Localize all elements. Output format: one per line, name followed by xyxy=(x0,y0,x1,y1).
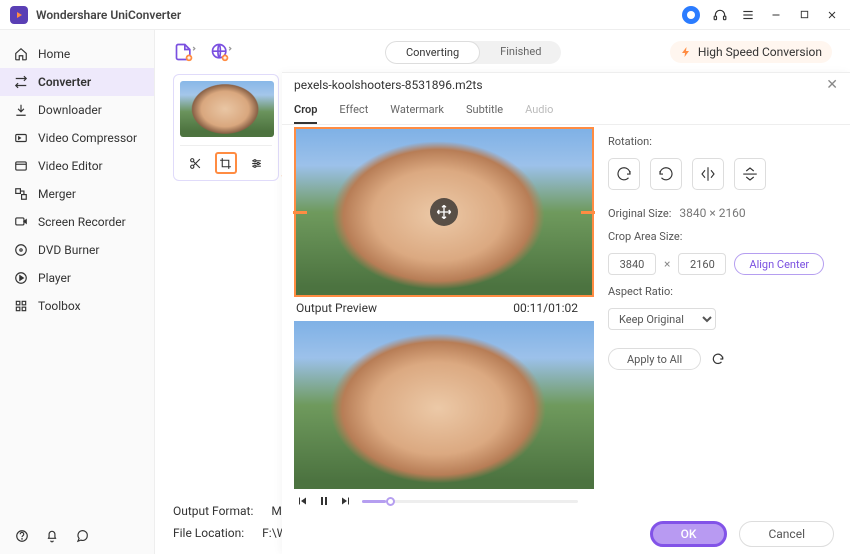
sidebar-item-label: Toolbox xyxy=(38,299,81,313)
account-avatar[interactable] xyxy=(682,6,700,24)
apply-to-all-button[interactable]: Apply to All xyxy=(608,348,701,370)
tab-audio: Audio xyxy=(525,97,553,124)
status-segment: Converting Finished xyxy=(385,41,561,64)
sidebar-item-label: Converter xyxy=(38,75,91,89)
crop-height-input[interactable] xyxy=(678,253,726,275)
menu-icon[interactable] xyxy=(740,7,756,23)
crop-area-label: Crop Area Size: xyxy=(608,230,834,243)
player-icon xyxy=(14,271,28,285)
video-thumbnail xyxy=(180,81,274,137)
move-handle-icon[interactable] xyxy=(430,198,458,226)
settings-button[interactable] xyxy=(246,152,268,174)
crop-button[interactable] xyxy=(215,152,237,174)
aspect-ratio-select[interactable]: Keep Original xyxy=(608,308,716,330)
tab-crop[interactable]: Crop xyxy=(294,97,317,124)
sidebar-item-home[interactable]: Home xyxy=(0,40,154,68)
segment-converting[interactable]: Converting xyxy=(385,41,480,64)
tab-effect[interactable]: Effect xyxy=(339,97,368,124)
converter-icon xyxy=(14,75,28,89)
app-title: Wondershare UniConverter xyxy=(36,8,181,22)
minimize-icon[interactable] xyxy=(768,7,784,23)
crop-width-input[interactable] xyxy=(608,253,656,275)
times-label: × xyxy=(664,257,670,271)
high-speed-toggle[interactable]: High Speed Conversion xyxy=(670,41,832,63)
sidebar-item-toolbox[interactable]: Toolbox xyxy=(0,292,154,320)
merger-icon xyxy=(14,187,28,201)
sidebar-item-merger[interactable]: Merger xyxy=(0,180,154,208)
cancel-button[interactable]: Cancel xyxy=(739,521,834,547)
prev-frame-button[interactable] xyxy=(296,495,308,507)
ok-button[interactable]: OK xyxy=(650,521,728,547)
help-icon[interactable] xyxy=(14,528,30,544)
flip-vertical-button[interactable] xyxy=(734,158,766,190)
reset-icon[interactable] xyxy=(711,352,725,366)
maximize-icon[interactable] xyxy=(796,7,812,23)
sidebar-item-editor[interactable]: Video Editor xyxy=(0,152,154,180)
crop-filename: pexels-koolshooters-8531896.m2ts xyxy=(294,78,483,92)
editor-icon xyxy=(14,159,28,173)
sidebar-item-player[interactable]: Player xyxy=(0,264,154,292)
download-icon xyxy=(14,103,28,117)
sidebar-item-label: Video Compressor xyxy=(38,131,137,145)
panel-close-icon[interactable]: ✕ xyxy=(826,77,838,93)
aspect-ratio-label: Aspect Ratio: xyxy=(608,285,834,298)
output-preview-label: Output Preview xyxy=(296,301,377,315)
next-frame-button[interactable] xyxy=(340,495,352,507)
segment-finished[interactable]: Finished xyxy=(480,41,561,64)
tab-subtitle[interactable]: Subtitle xyxy=(466,97,503,124)
output-format-label: Output Format: xyxy=(173,504,253,518)
flip-horizontal-button[interactable] xyxy=(692,158,724,190)
sidebar-item-downloader[interactable]: Downloader xyxy=(0,96,154,124)
sidebar-item-label: Home xyxy=(38,47,70,61)
dvd-icon xyxy=(14,243,28,257)
output-preview-image xyxy=(294,321,594,489)
recorder-icon xyxy=(14,215,28,229)
headset-icon[interactable] xyxy=(712,7,728,23)
rotate-cw-button[interactable] xyxy=(608,158,640,190)
toolbox-icon xyxy=(14,299,28,313)
close-icon[interactable] xyxy=(824,7,840,23)
sidebar-item-label: Merger xyxy=(38,187,76,201)
original-size-value: 3840 × 2160 xyxy=(679,206,745,220)
sidebar-item-label: Player xyxy=(38,271,71,285)
home-icon xyxy=(14,47,28,61)
feedback-icon[interactable] xyxy=(74,528,90,544)
sidebar-item-compressor[interactable]: Video Compressor xyxy=(0,124,154,152)
sidebar-item-converter[interactable]: Converter xyxy=(0,68,154,96)
preview-time: 00:11/01:02 xyxy=(513,301,578,315)
add-file-button[interactable] xyxy=(173,41,195,63)
compress-icon xyxy=(14,131,28,145)
file-location-label: File Location: xyxy=(173,526,244,540)
app-logo xyxy=(10,6,28,24)
rotate-ccw-button[interactable] xyxy=(650,158,682,190)
pause-button[interactable] xyxy=(318,495,330,507)
sidebar-item-label: Downloader xyxy=(38,103,102,117)
trim-button[interactable] xyxy=(184,152,206,174)
sidebar-item-label: Video Editor xyxy=(38,159,103,173)
original-size-label: Original Size: xyxy=(608,207,671,220)
video-item[interactable] xyxy=(173,74,279,181)
sidebar-item-dvd[interactable]: DVD Burner xyxy=(0,236,154,264)
sidebar-item-recorder[interactable]: Screen Recorder xyxy=(0,208,154,236)
bell-icon[interactable] xyxy=(44,528,60,544)
sidebar-item-label: DVD Burner xyxy=(38,243,99,257)
add-url-button[interactable] xyxy=(209,41,231,63)
sidebar-item-label: Screen Recorder xyxy=(38,215,126,229)
crop-preview[interactable] xyxy=(294,127,594,297)
align-center-button[interactable]: Align Center xyxy=(734,253,824,275)
high-speed-label: High Speed Conversion xyxy=(698,45,822,59)
rotation-label: Rotation: xyxy=(608,135,834,148)
tab-watermark[interactable]: Watermark xyxy=(390,97,444,124)
crop-editor-panel: pexels-koolshooters-8531896.m2ts ✕ Crop … xyxy=(282,72,850,554)
playback-progress[interactable] xyxy=(362,500,578,503)
